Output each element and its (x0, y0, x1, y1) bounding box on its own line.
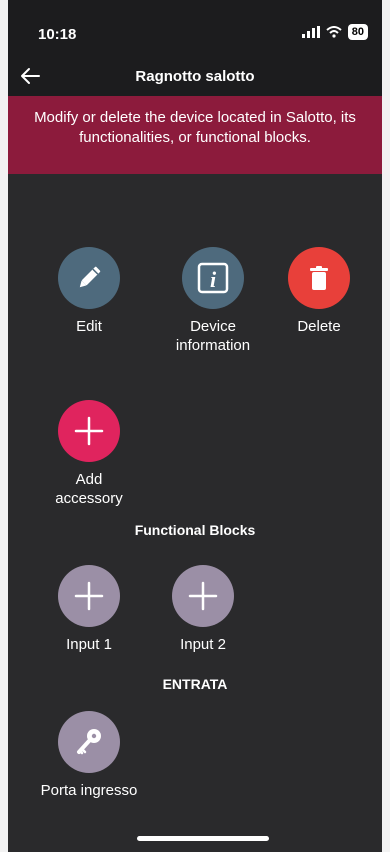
edit-button[interactable]: Edit (29, 247, 149, 336)
home-indicator[interactable] (137, 836, 269, 841)
plus-icon (172, 565, 234, 627)
functional-blocks-heading: Functional Blocks (134, 522, 256, 538)
input-2-label: Input 2 (180, 636, 226, 653)
status-icons: 80 (301, 24, 368, 40)
wifi-icon (326, 26, 342, 38)
add-accessory-label-line-1: Add (75, 471, 103, 488)
add-accessory-label: Add accessory (29, 470, 149, 508)
banner-text-line-1: Modify or delete the device located in S… (34, 109, 356, 126)
page-title: Ragnotto salotto (135, 68, 255, 85)
entrata-heading: ENTRATA (162, 676, 228, 692)
key-icon (58, 711, 120, 773)
porta-ingresso-button[interactable]: Porta ingresso (29, 711, 149, 800)
delete-label: Delete (297, 318, 341, 335)
porta-ingresso-label: Porta ingresso (40, 782, 138, 799)
device-information-label-line-1: Device (190, 318, 236, 335)
device-information-button[interactable]: i Device information (153, 247, 273, 355)
add-accessory-button[interactable]: Add accessory (29, 400, 149, 508)
device-information-label-line-2: information (175, 337, 251, 354)
device-information-label: Device information (153, 317, 273, 355)
plus-icon (58, 565, 120, 627)
edit-label: Edit (76, 318, 102, 335)
input-1-label: Input 1 (66, 636, 112, 653)
signal-icon (301, 26, 320, 38)
delete-button[interactable]: Delete (259, 247, 379, 336)
input-2-button[interactable]: Input 2 (143, 565, 263, 654)
add-accessory-label-line-2: accessory (55, 490, 123, 507)
pencil-icon (58, 247, 120, 309)
banner-text-line-2: functionalities, or functional blocks. (79, 129, 311, 146)
trash-icon (288, 247, 350, 309)
top-bar: Ragnotto salotto (8, 60, 382, 96)
info-icon: i (182, 247, 244, 309)
app-screen: 10:18 80 Ragnotto salotto Modify or dele… (8, 0, 382, 852)
info-banner: Modify or delete the device located in S… (8, 96, 382, 174)
battery-indicator: 80 (347, 24, 368, 40)
svg-text:i: i (210, 267, 217, 292)
plus-icon (58, 400, 120, 462)
status-time: 10:18 (38, 26, 77, 43)
input-1-button[interactable]: Input 1 (29, 565, 149, 654)
status-bar: 10:18 80 (8, 0, 382, 60)
